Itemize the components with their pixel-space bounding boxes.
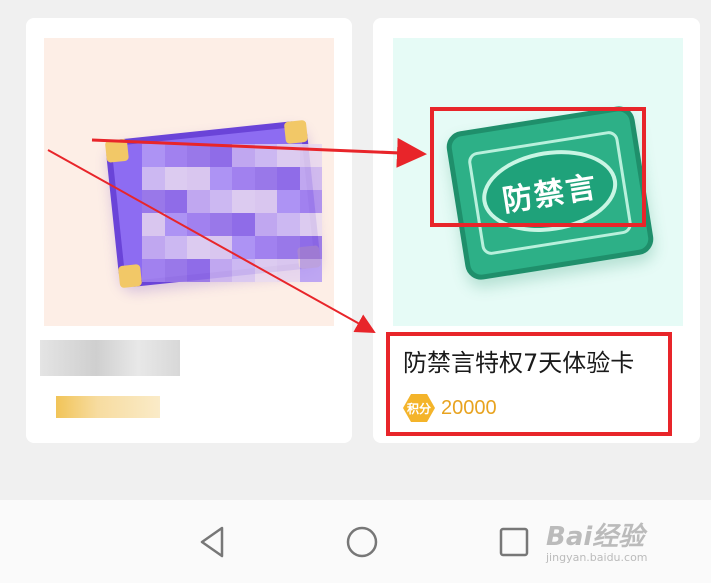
mosaic-cell — [277, 236, 300, 259]
mosaic-cell — [164, 167, 187, 190]
annotation-box-title — [386, 332, 672, 436]
mosaic-cell — [142, 213, 165, 236]
mosaic-cell — [142, 236, 165, 259]
mosaic-blur — [142, 144, 322, 282]
back-icon[interactable] — [194, 524, 230, 560]
mosaic-cell — [299, 144, 322, 167]
blurred-points — [56, 396, 160, 418]
mosaic-cell — [299, 213, 322, 236]
mosaic-cell — [277, 144, 300, 167]
mosaic-cell — [142, 259, 165, 282]
mosaic-cell — [209, 213, 232, 236]
mosaic-cell — [209, 259, 232, 282]
mosaic-cell — [142, 144, 165, 167]
mosaic-cell — [187, 259, 210, 282]
mosaic-cell — [232, 190, 255, 213]
mosaic-cell — [299, 190, 322, 213]
home-icon[interactable] — [344, 524, 380, 560]
mosaic-cell — [187, 167, 210, 190]
mosaic-cell — [232, 144, 255, 167]
mosaic-cell — [299, 236, 322, 259]
mosaic-cell — [277, 213, 300, 236]
mosaic-cell — [299, 259, 322, 282]
mosaic-cell — [187, 144, 210, 167]
mosaic-cell — [164, 190, 187, 213]
mosaic-cell — [187, 213, 210, 236]
product-image-left — [44, 38, 334, 326]
mosaic-cell — [254, 236, 277, 259]
annotation-box-image — [430, 107, 646, 227]
mosaic-cell — [209, 167, 232, 190]
mosaic-cell — [209, 144, 232, 167]
mosaic-cell — [277, 167, 300, 190]
mosaic-cell — [232, 259, 255, 282]
recent-apps-icon[interactable] — [496, 524, 532, 560]
mosaic-cell — [209, 236, 232, 259]
watermark-url: jingyan.baidu.com — [546, 551, 648, 564]
mosaic-cell — [232, 236, 255, 259]
mosaic-cell — [254, 144, 277, 167]
mosaic-cell — [232, 167, 255, 190]
mosaic-cell — [299, 167, 322, 190]
mosaic-cell — [164, 144, 187, 167]
mosaic-cell — [277, 190, 300, 213]
mosaic-cell — [254, 213, 277, 236]
mosaic-cell — [232, 213, 255, 236]
baidu-jingyan-watermark: Bai经验 jingyan.baidu.com — [546, 516, 648, 564]
mosaic-cell — [187, 236, 210, 259]
mosaic-cell — [254, 167, 277, 190]
mosaic-cell — [142, 167, 165, 190]
mosaic-cell — [142, 190, 165, 213]
mosaic-cell — [164, 213, 187, 236]
product-card-left[interactable] — [26, 18, 352, 443]
mosaic-cell — [187, 190, 210, 213]
mosaic-cell — [209, 190, 232, 213]
blurred-product-name — [40, 340, 180, 376]
mosaic-cell — [164, 259, 187, 282]
mosaic-cell — [254, 259, 277, 282]
mosaic-cell — [164, 236, 187, 259]
mosaic-cell — [254, 190, 277, 213]
mosaic-cell — [277, 259, 300, 282]
watermark-brand: Bai经验 — [546, 522, 645, 552]
